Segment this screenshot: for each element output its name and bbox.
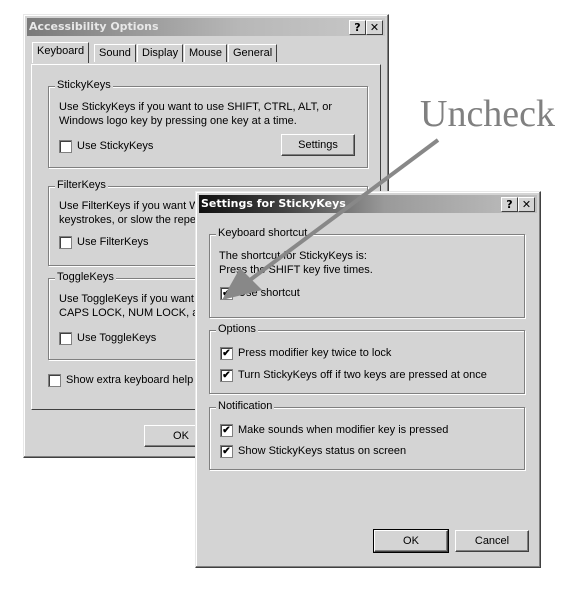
tab-keyboard[interactable]: Keyboard xyxy=(32,42,90,63)
arrow-icon xyxy=(222,138,440,300)
